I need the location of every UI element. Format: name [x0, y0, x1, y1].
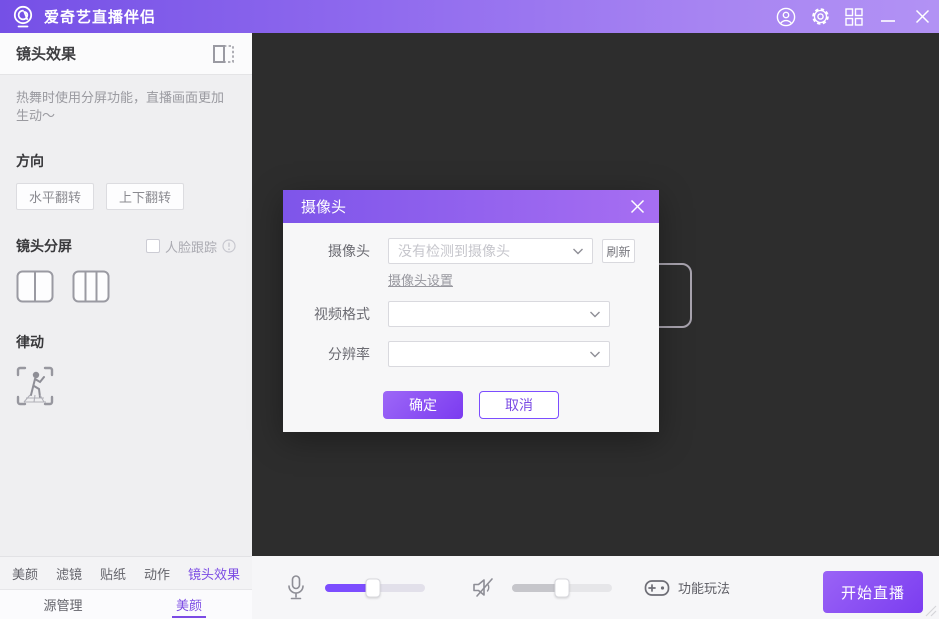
minimize-button[interactable] — [871, 0, 905, 33]
tab-beauty-panel[interactable]: 美颜 — [126, 590, 252, 619]
video-format-dropdown[interactable] — [388, 301, 610, 327]
face-tracking-label: 人脸跟踪 — [165, 237, 217, 256]
cancel-button[interactable]: 取消 — [479, 391, 559, 419]
resize-grip-icon[interactable] — [926, 606, 936, 616]
camera-settings-link[interactable]: 摄像头设置 — [388, 273, 453, 288]
app-window: 爱奇艺直播伴侣 — [0, 0, 939, 619]
tab-beauty[interactable]: 美颜 — [12, 564, 38, 583]
panel-switch-tabs: 源管理 美颜 — [0, 589, 252, 619]
flip-horizontal-button[interactable]: 水平翻转 — [16, 183, 94, 210]
tab-action[interactable]: 动作 — [144, 564, 170, 583]
tab-source-management[interactable]: 源管理 — [0, 590, 126, 619]
start-live-button[interactable]: 开始直播 — [823, 571, 923, 613]
layout-grid-icon[interactable] — [837, 0, 871, 33]
user-account-icon[interactable] — [769, 0, 803, 33]
mic-slider-thumb[interactable] — [366, 578, 381, 597]
speaker-muted-icon[interactable] — [471, 576, 496, 599]
direction-section-title: 方向 — [0, 125, 252, 171]
features-button[interactable]: 功能玩法 — [644, 578, 730, 598]
tab-camera-effects[interactable]: 镜头效果 — [188, 564, 240, 583]
tab-filter[interactable]: 滤镜 — [56, 564, 82, 583]
dialog-close-icon[interactable] — [630, 199, 645, 214]
iqiyi-logo-icon — [10, 4, 36, 30]
app-title: 爱奇艺直播伴侣 — [44, 6, 156, 27]
flip-vertical-button[interactable]: 上下翻转 — [106, 183, 184, 210]
dialog-header: 摄像头 — [283, 190, 659, 223]
title-bar: 爱奇艺直播伴侣 — [0, 0, 939, 33]
features-label: 功能玩法 — [678, 578, 730, 597]
split-screen-hint-text: 热舞时使用分屏功能，直播画面更加生动～ — [0, 75, 252, 125]
sidebar-panel-title: 镜头效果 — [16, 43, 212, 64]
tab-sticker[interactable]: 贴纸 — [100, 564, 126, 583]
settings-gear-icon[interactable] — [803, 0, 837, 33]
split-section-title: 镜头分屏 — [16, 236, 72, 256]
speaker-volume-slider[interactable] — [512, 584, 612, 592]
sidebar-header: 镜头效果 — [0, 33, 252, 75]
refresh-camera-button[interactable]: 刷新 — [602, 239, 635, 263]
resolution-field-label: 分辨率 — [307, 344, 370, 364]
face-tracking-checkbox[interactable] — [146, 239, 160, 253]
gamepad-icon — [644, 578, 670, 598]
chevron-down-icon — [589, 347, 601, 362]
chevron-down-icon — [572, 244, 584, 259]
chevron-down-icon — [589, 307, 601, 322]
effect-category-tabs: 美颜 滤镜 贴纸 动作 镜头效果 — [0, 556, 252, 589]
camera-select-dropdown[interactable]: 没有检测到摄像头 — [388, 238, 593, 264]
active-tab-underline — [172, 616, 206, 618]
dialog-title: 摄像头 — [301, 196, 630, 217]
microphone-icon[interactable] — [285, 574, 307, 601]
split-two-columns-button[interactable] — [16, 270, 54, 306]
confirm-button[interactable]: 确定 — [383, 391, 463, 419]
speaker-slider-thumb[interactable] — [555, 578, 570, 597]
bottom-control-bar: 功能玩法 开始直播 — [252, 556, 939, 619]
collapse-panel-icon[interactable] — [212, 44, 236, 64]
close-window-button[interactable] — [905, 0, 939, 33]
face-tracking-info-icon[interactable] — [222, 239, 236, 253]
split-three-columns-button[interactable] — [72, 270, 110, 306]
resolution-dropdown[interactable] — [388, 341, 610, 367]
camera-select-value: 没有检测到摄像头 — [398, 241, 510, 261]
video-format-field-label: 视频格式 — [307, 304, 370, 324]
rhythm-section-title: 律动 — [0, 306, 252, 352]
rhythm-dance-effect-button[interactable] — [0, 352, 252, 411]
camera-field-label: 摄像头 — [307, 241, 370, 261]
effects-sidebar: 镜头效果 热舞时使用分屏功能，直播画面更加生动～ 方向 水平翻转 上下翻转 镜头… — [0, 33, 252, 556]
camera-settings-dialog: 摄像头 摄像头 没有检测到摄像头 刷新 摄像头设置 — [283, 190, 659, 432]
mic-volume-slider[interactable] — [325, 584, 425, 592]
